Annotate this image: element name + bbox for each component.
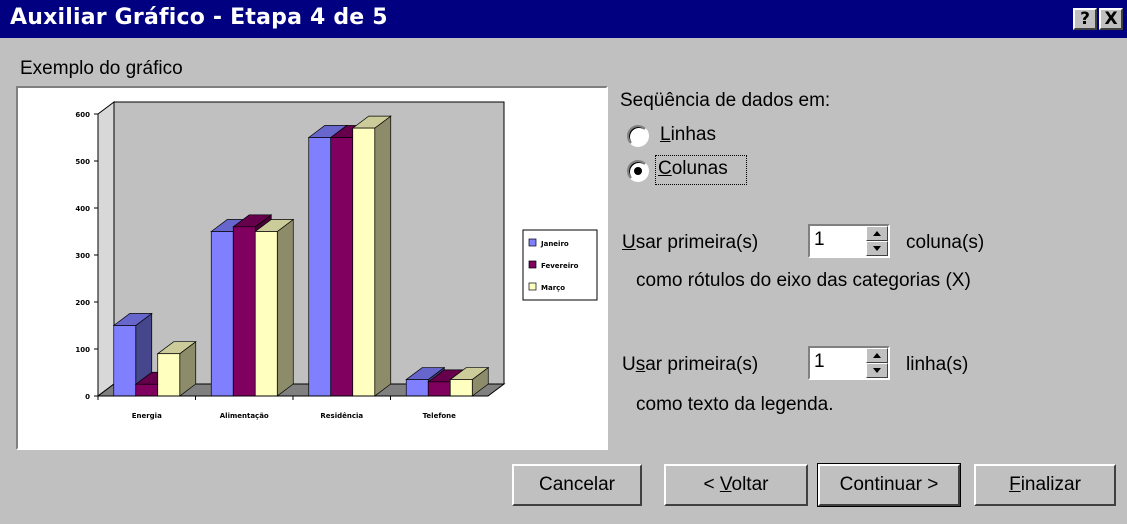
radio-rows-button[interactable] [627, 125, 649, 147]
radio-rows-label: Linhas [660, 124, 716, 146]
bar [405, 379, 429, 397]
first-rows-prefix-u: U [622, 354, 636, 375]
legend-swatch [528, 238, 537, 247]
bar [427, 381, 451, 397]
x-tick-label: Residência [320, 412, 363, 420]
spin-down-icon[interactable] [866, 241, 888, 256]
y-tick-label: 100 [75, 346, 90, 354]
bar-side [276, 218, 294, 397]
first-rows-suffix: linha(s) [906, 354, 969, 375]
legend-swatch [528, 282, 537, 291]
first-rows-description: como texto da legenda. [636, 394, 834, 415]
first-columns-description: como rótulos do eixo das categorias (X) [636, 270, 971, 291]
y-tick-label: 0 [85, 393, 90, 401]
bar [330, 137, 354, 397]
finish-label-rest: inalizar [1020, 474, 1081, 495]
help-button[interactable]: ? [1073, 8, 1097, 30]
y-tick-label: 200 [75, 299, 90, 307]
spin-up-icon[interactable] [866, 226, 888, 241]
chart-wizard-dialog: Auxiliar Gráfico - Etapa 4 de 5 ? X Exem… [0, 0, 1127, 524]
close-button[interactable]: X [1099, 8, 1123, 30]
bar [113, 325, 137, 397]
bar [135, 383, 159, 397]
bar-side [374, 115, 392, 397]
back-button[interactable]: < Voltar [664, 464, 808, 506]
spin-up-icon[interactable] [866, 348, 888, 363]
y-tick-label: 400 [75, 205, 90, 213]
legend-label: Março [541, 284, 565, 292]
legend-label: Janeiro [540, 240, 569, 248]
series-in-label: Seqüência de dados em: [620, 90, 831, 111]
window-title: Auxiliar Gráfico - Etapa 4 de 5 [10, 5, 388, 30]
back-mnemonic: V [719, 474, 732, 495]
spin-down-icon[interactable] [866, 363, 888, 378]
rows-label-rest: inhas [670, 124, 716, 145]
first-columns-prefix: Usar primeira(s) [622, 232, 758, 254]
chart-preview: 0 100 200 300 400 500 600 Energia Alimentação Res… [16, 86, 608, 450]
x-tick-label: Alimentação [220, 412, 269, 420]
columns-label-rest: olunas [671, 158, 728, 179]
x-tick-label: Telefone [423, 412, 457, 420]
legend-swatch [528, 260, 537, 269]
first-columns-value[interactable]: 1 [814, 229, 825, 251]
x-tick-label: Energia [132, 412, 162, 420]
legend-label: Fevereiro [541, 262, 579, 270]
y-tick-label: 600 [75, 111, 90, 119]
first-rows-prefix-rest: ar primeira(s) [645, 354, 759, 375]
first-rows-value[interactable]: 1 [814, 351, 825, 373]
chart-side-wall [97, 101, 115, 397]
bar [232, 226, 256, 397]
first-columns-prefix-rest: sar primeira(s) [635, 232, 759, 253]
first-rows-mnemonic: s [635, 354, 646, 375]
cancel-button[interactable]: Cancelar [512, 464, 642, 506]
bar [254, 231, 278, 397]
bar [352, 127, 376, 397]
preview-label: Exemplo do gráfico [20, 58, 183, 79]
radio-columns-label: Colunas [658, 158, 728, 180]
bar [157, 353, 181, 397]
finish-mnemonic: F [1009, 474, 1021, 495]
y-tick-label: 500 [75, 158, 90, 166]
bar [449, 379, 473, 397]
bar [308, 137, 332, 397]
back-label-a: < [703, 474, 720, 495]
finish-button[interactable]: Finalizar [974, 464, 1116, 506]
first-rows-spinner[interactable]: 1 [808, 346, 890, 380]
back-label-b: oltar [731, 474, 769, 495]
rows-mnemonic: L [660, 124, 671, 145]
first-columns-mnemonic: U [622, 232, 636, 253]
first-columns-spinner[interactable]: 1 [808, 224, 890, 258]
first-rows-prefix: Usar primeira(s) [622, 354, 758, 376]
radio-columns-button[interactable] [627, 160, 649, 182]
columns-mnemonic: C [658, 158, 672, 179]
first-columns-suffix: coluna(s) [906, 232, 985, 253]
chart-svg: 0 100 200 300 400 500 600 Energia Alimentação Res… [75, 101, 598, 420]
title-bar: Auxiliar Gráfico - Etapa 4 de 5 ? X [0, 0, 1127, 38]
bar [210, 231, 234, 397]
y-tick-label: 300 [75, 252, 90, 260]
next-button[interactable]: Continuar > [817, 463, 961, 507]
